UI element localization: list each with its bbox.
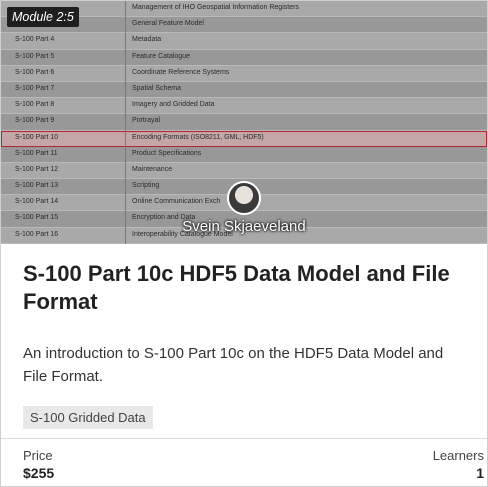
parts-table-desc: Metadata <box>132 36 162 44</box>
parts-table-row: S-100 Part 11 Product Specifications <box>1 146 487 163</box>
parts-table-part: S-100 Part 12 <box>15 165 59 173</box>
parts-table-row: S-100 Part 7 Spatial Schema <box>1 81 487 99</box>
parts-table-row: S-100 Part 5 Feature Catalogue <box>1 49 487 66</box>
category-tag[interactable]: S-100 Gridded Data <box>23 406 153 429</box>
parts-table-desc: Maintenance <box>132 165 173 173</box>
parts-table-part: S-100 Part 4 <box>15 36 55 44</box>
parts-table-row: S-100 Part 10 Encoding Formats (ISO8211, … <box>1 130 487 147</box>
parts-table-desc: General Feature Model <box>132 20 204 28</box>
parts-table-part: S-100 Part 10 <box>15 133 59 141</box>
course-card[interactable]: Management of IHO Geospatial Information… <box>0 0 488 487</box>
parts-table-part: S-100 Part 5 <box>15 52 55 60</box>
parts-table-desc: Portrayal <box>132 117 161 125</box>
author-avatar <box>227 181 261 215</box>
parts-table-desc: Feature Catalogue <box>132 52 190 60</box>
parts-table-row: S-100 Part 8 Imagery and Gridded Data <box>1 98 487 115</box>
module-badge: Module 2:5 <box>7 7 79 27</box>
price-label: Price <box>23 448 53 463</box>
learners-value: 1 <box>476 465 484 481</box>
parts-table-part: S-100 Part 11 <box>15 149 58 157</box>
course-thumbnail[interactable]: Management of IHO Geospatial Information… <box>1 1 487 244</box>
parts-table-part: S-100 Part 6 <box>15 68 55 76</box>
parts-table-desc: Product Specifications <box>132 149 202 157</box>
course-description: An introduction to S-100 Part 10c on the… <box>23 345 444 385</box>
price-value: $255 <box>23 465 55 481</box>
parts-table-desc: Encoding Formats (ISO8211, GML, HDF5) <box>132 133 264 141</box>
parts-table-row: S-100 Part 4 Metadata <box>1 33 487 50</box>
parts-table-desc: Imagery and Gridded Data <box>132 101 215 109</box>
parts-table-row: S-100 Part 12 Maintenance <box>1 162 487 180</box>
parts-table-row: S-100 Part 6 Coordinate Reference Systems <box>1 65 487 82</box>
parts-table-desc: Spatial Schema <box>132 84 182 92</box>
parts-table-row: S-100 Part 9 Portrayal <box>1 114 487 131</box>
parts-table-desc: Coordinate Reference Systems <box>132 68 230 76</box>
price-block: Price $255 <box>23 448 54 481</box>
course-title[interactable]: S-100 Part 10c HDF5 Data Model and File … <box>23 260 465 316</box>
author-overlay: Svein Skjaeveland <box>1 181 487 235</box>
parts-table-part: S-100 Part 9 <box>15 117 55 125</box>
author-name: Svein Skjaeveland <box>182 218 306 235</box>
parts-table-part: S-100 Part 8 <box>15 101 55 109</box>
card-footer: Price $255 Learners 1 <box>1 438 487 481</box>
parts-table-desc: Management of IHO Geospatial Information… <box>132 4 299 11</box>
learners-block: Learners 1 <box>433 448 484 481</box>
learners-label: Learners <box>432 448 484 463</box>
parts-table-part: S-100 Part 7 <box>15 84 55 92</box>
